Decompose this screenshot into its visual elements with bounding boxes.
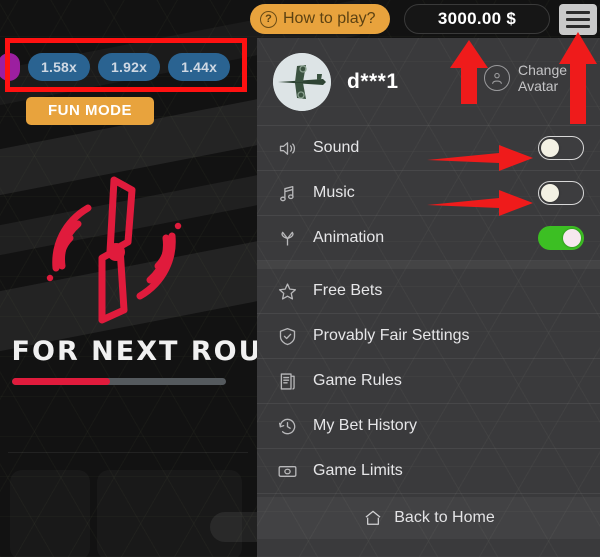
- menu-item-game-rules[interactable]: Game Rules: [257, 359, 600, 404]
- avatar[interactable]: [273, 52, 331, 111]
- toggle-knob: [563, 229, 581, 247]
- fun-mode-badge: FUN MODE: [26, 97, 154, 125]
- clock-history-icon: [275, 414, 299, 438]
- toggle-knob: [541, 184, 559, 202]
- star-icon: [275, 279, 299, 303]
- settings-menu-panel: d***1 Change Avatar Sound Music Animatio…: [257, 38, 600, 557]
- propeller-icon: [275, 226, 299, 250]
- top-bar: ? How to play? 3000.00 $: [0, 0, 600, 38]
- banknote-icon: [275, 459, 299, 483]
- arrow-to-music-toggle-icon: [427, 190, 533, 216]
- hamburger-line: [566, 25, 590, 28]
- how-to-play-label: How to play?: [283, 10, 376, 27]
- speaker-icon: [275, 136, 299, 160]
- menu-item-label: Provably Fair Settings: [313, 327, 470, 344]
- bet-panel-left[interactable]: [10, 470, 90, 557]
- menu-item-label: Animation: [313, 229, 385, 246]
- round-progress-bar: [12, 378, 226, 385]
- menu-item-label: My Bet History: [313, 417, 418, 434]
- menu-item-my-bet-history[interactable]: My Bet History: [257, 404, 600, 449]
- home-icon: [362, 507, 384, 529]
- arrow-to-sound-toggle-icon: [427, 145, 533, 171]
- menu-item-animation[interactable]: Animation: [257, 216, 600, 261]
- menu-item-provably-fair-settings[interactable]: Provably Fair Settings: [257, 314, 600, 359]
- menu-section-separator: [257, 261, 600, 269]
- animation-toggle[interactable]: [538, 226, 584, 250]
- panel-divider: [8, 452, 248, 453]
- shield-check-icon: [275, 324, 299, 348]
- toggle-knob: [541, 139, 559, 157]
- menu-item-free-bets[interactable]: Free Bets: [257, 269, 600, 314]
- music-toggle[interactable]: [538, 181, 584, 205]
- balance-value: 3000.00 $: [437, 9, 517, 28]
- profile-row: d***1 Change Avatar: [257, 38, 600, 126]
- menu-item-label: Game Rules: [313, 372, 402, 389]
- question-circle-icon: ?: [260, 10, 277, 28]
- propeller-logo-icon: [28, 168, 188, 336]
- how-to-play-button[interactable]: ? How to play?: [250, 4, 390, 34]
- menu-item-label: Sound: [313, 139, 360, 156]
- hamburger-line: [566, 11, 590, 14]
- sound-toggle[interactable]: [538, 136, 584, 160]
- document-icon: [275, 369, 299, 393]
- back-to-home-button[interactable]: Back to Home: [257, 497, 600, 539]
- multiplier-history-highlight: [5, 38, 247, 92]
- balance-display[interactable]: 3000.00 $: [404, 4, 550, 34]
- back-to-home-label: Back to Home: [394, 509, 495, 526]
- airplane-avatar-icon: [273, 52, 331, 111]
- arrow-to-menu-button-icon: [559, 32, 597, 124]
- hamburger-line: [566, 18, 590, 21]
- menu-item-game-limits[interactable]: Game Limits: [257, 449, 600, 494]
- menu-item-label: Music: [313, 184, 355, 201]
- menu-item-label: Game Limits: [313, 462, 403, 479]
- menu-item-label: Free Bets: [313, 282, 383, 299]
- music-note-icon: [275, 181, 299, 205]
- arrow-to-balance-icon: [450, 40, 488, 104]
- username-label: d***1: [347, 69, 399, 93]
- waiting-status-text: G FOR NEXT ROUN: [0, 336, 288, 367]
- round-progress-fill: [12, 378, 111, 385]
